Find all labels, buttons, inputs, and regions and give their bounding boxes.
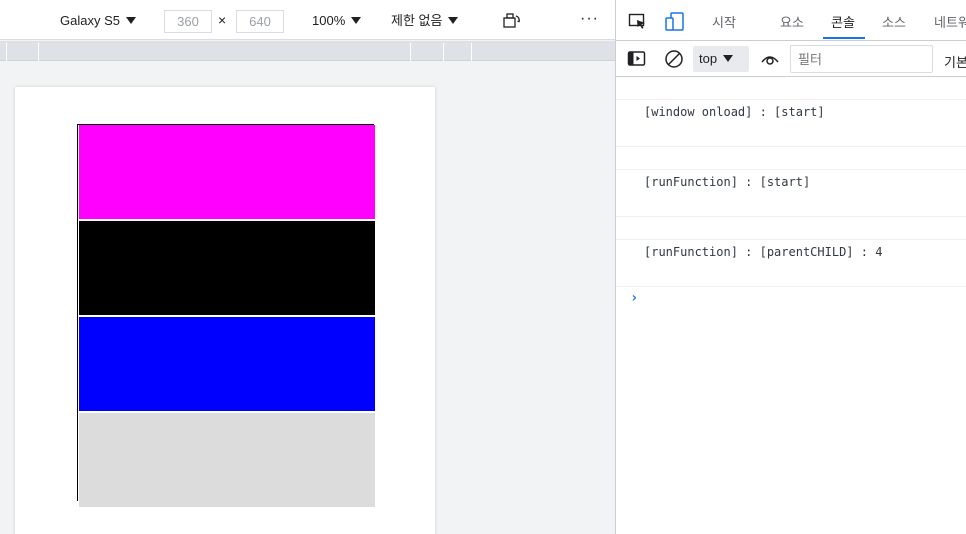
zoom-select[interactable]: 100% bbox=[312, 11, 362, 31]
parent-container bbox=[77, 124, 375, 507]
throttle-value: 제한 없음 bbox=[391, 13, 443, 28]
devtools-panel: 시작 요소 콘솔 소스 네트워 top bbox=[615, 0, 966, 534]
zoom-value: 100% bbox=[312, 13, 346, 28]
ruler-tick bbox=[471, 43, 472, 61]
console-prompt-chevron-icon[interactable]: › bbox=[630, 290, 638, 306]
ruler-tick bbox=[410, 43, 411, 61]
device-emulation-pane: Galaxy S5 360 × 640 100% 제한 없음 ··· bbox=[0, 0, 615, 534]
width-input[interactable]: 360 bbox=[164, 10, 212, 33]
media-query-ruler[interactable] bbox=[0, 41, 615, 61]
child-box bbox=[79, 413, 375, 507]
dimension-separator: × bbox=[218, 12, 227, 28]
child-box bbox=[79, 317, 375, 411]
console-toolbar: top 기본 bbox=[616, 41, 966, 77]
sidebar-toggle-icon[interactable] bbox=[627, 50, 647, 68]
console-message-text: [window onload] : [start] bbox=[644, 105, 825, 119]
tab-elements[interactable]: 요소 bbox=[780, 12, 804, 31]
child-box bbox=[79, 125, 375, 219]
log-levels-select[interactable]: 기본 bbox=[944, 52, 966, 71]
console-spacer bbox=[616, 147, 966, 170]
console-message: [runFunction] : [parentCHILD] : 4 bbox=[616, 240, 966, 287]
ruler-tick bbox=[38, 43, 39, 61]
device-viewport bbox=[15, 87, 435, 534]
rotate-icon[interactable] bbox=[502, 12, 522, 30]
device-toolbar-icon[interactable] bbox=[664, 11, 686, 33]
live-expression-eye-icon[interactable] bbox=[760, 52, 780, 66]
tab-sources[interactable]: 소스 bbox=[882, 12, 906, 31]
console-filter-input[interactable] bbox=[790, 45, 933, 73]
child-box bbox=[79, 221, 375, 315]
ruler-tick bbox=[443, 43, 444, 61]
console-message-text: [runFunction] : [start] bbox=[644, 175, 811, 189]
tab-network[interactable]: 네트워 bbox=[934, 12, 966, 31]
console-spacer bbox=[616, 217, 966, 240]
device-toolbar: Galaxy S5 360 × 640 100% 제한 없음 ··· bbox=[0, 0, 615, 40]
device-name: Galaxy S5 bbox=[60, 13, 120, 28]
console-message-text: [runFunction] : [parentCHILD] : 4 bbox=[644, 245, 883, 259]
ruler-tick bbox=[6, 43, 7, 61]
chevron-down-icon bbox=[448, 17, 459, 24]
devtools-tab-bar: 시작 요소 콘솔 소스 네트워 bbox=[616, 0, 966, 41]
context-value: top bbox=[699, 51, 718, 66]
inspect-element-icon[interactable] bbox=[628, 13, 648, 31]
throttle-select[interactable]: 제한 없음 bbox=[391, 11, 459, 31]
console-message: [window onload] : [start] bbox=[616, 100, 966, 147]
console-spacer bbox=[616, 78, 966, 100]
console-output: [window onload] : [start] [runFunction] … bbox=[616, 78, 966, 534]
more-options-button[interactable]: ··· bbox=[580, 9, 599, 29]
chevron-down-icon bbox=[723, 55, 734, 62]
active-tab-indicator bbox=[823, 37, 865, 39]
tab-console[interactable]: 콘솔 bbox=[831, 12, 855, 31]
tab-welcome[interactable]: 시작 bbox=[712, 12, 736, 31]
chevron-down-icon bbox=[351, 17, 362, 24]
device-select[interactable]: Galaxy S5 bbox=[60, 11, 136, 31]
context-select[interactable]: top bbox=[693, 46, 749, 72]
console-message: [runFunction] : [start] bbox=[616, 170, 966, 217]
chevron-down-icon bbox=[125, 17, 136, 24]
clear-console-icon[interactable] bbox=[664, 49, 684, 69]
height-input[interactable]: 640 bbox=[236, 10, 284, 33]
browser-window: Galaxy S5 360 × 640 100% 제한 없음 ··· 시작 요소… bbox=[0, 0, 966, 534]
